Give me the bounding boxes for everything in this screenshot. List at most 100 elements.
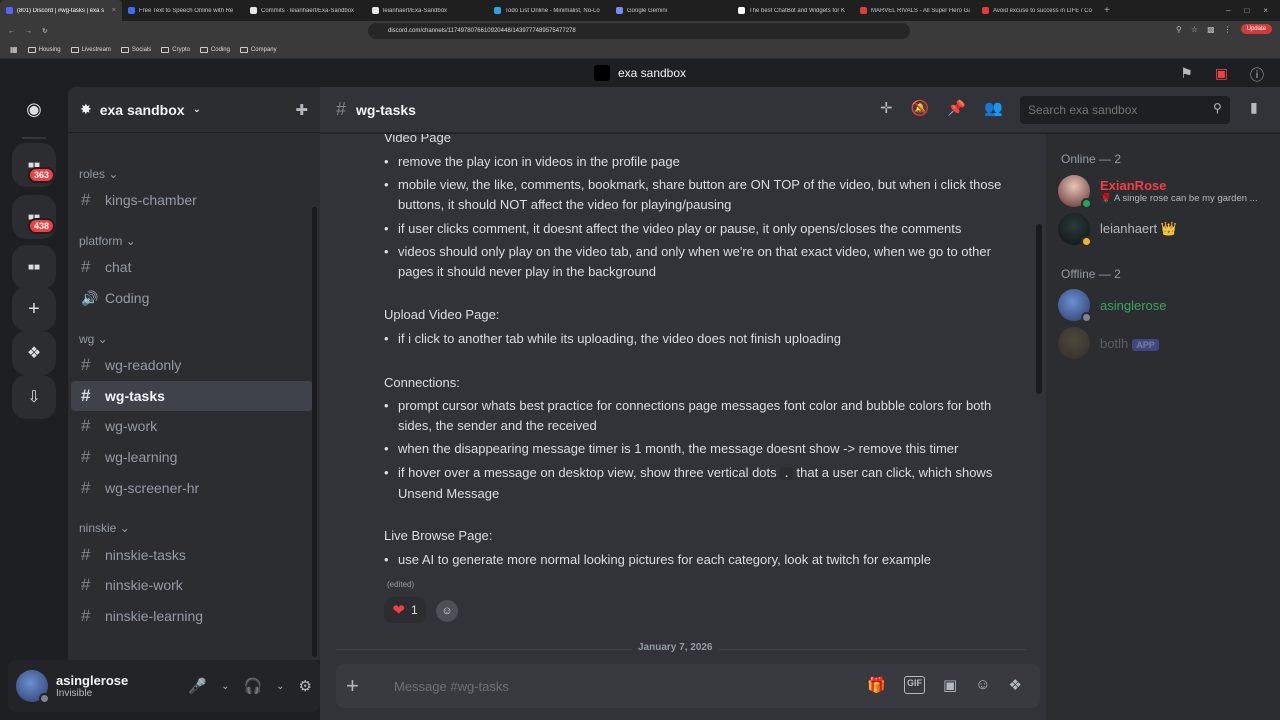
bookmark-label: Socials — [131, 46, 152, 53]
channel-ninskie-learning[interactable]: # ninskie-learning — [71, 601, 313, 631]
channel-wg-tasks[interactable]: # wg-tasks — [71, 381, 313, 411]
channel-wg-readonly[interactable]: # wg-readonly — [71, 350, 313, 380]
bookmark-icon[interactable]: ▮ — [1250, 99, 1258, 116]
message-composer: + 🎁 GIF ▣ ☺ ❖ — [336, 664, 1040, 708]
favicon-icon — [372, 7, 379, 14]
browser-tab[interactable]: (801) Discord | #wg-tasks | exa s × — [0, 0, 122, 21]
member-leianhaert[interactable]: leianhaert 👑 — [1058, 209, 1268, 249]
new-tab-button[interactable]: + — [1098, 5, 1116, 16]
browser-tab[interactable]: Google Gemini — [610, 0, 732, 21]
server-header[interactable]: ✸ exa sandbox ⌄ ✚ — [68, 87, 320, 133]
close-icon[interactable]: × — [1263, 6, 1268, 15]
forward-icon[interactable]: → — [25, 28, 32, 35]
offline-status-dot — [1081, 312, 1092, 323]
member-botlh[interactable]: botlh APP — [1058, 323, 1268, 363]
star-icon[interactable]: ☆ — [1191, 25, 1198, 34]
zoom-icon[interactable]: ⚲ — [1176, 25, 1182, 34]
minimize-icon[interactable]: – — [1226, 6, 1230, 15]
discord-title-bar: exa sandbox ⚑ ▣ ⓘ — [0, 59, 1280, 87]
avatar[interactable] — [16, 670, 50, 704]
gift-icon[interactable]: 🎁 — [867, 676, 886, 694]
browser-tab[interactable]: The best ChatBot and Widgets for K — [732, 0, 854, 21]
member-exianrose[interactable]: ExianRose 🌹 A single rose can be my gard… — [1058, 171, 1268, 211]
discord-home-icon[interactable]: ◉ — [12, 87, 56, 131]
tab-label: leianhaert/Exa-Sandbox — [383, 7, 448, 14]
folder-icon — [199, 46, 208, 53]
heart-reaction[interactable]: ❤ 1 — [384, 597, 426, 623]
address-bar[interactable]: discord.com/channels/1174978076610920448… — [368, 23, 910, 39]
sidebar-scrollbar[interactable] — [312, 207, 317, 657]
bookmark-label: Crypto — [172, 46, 190, 53]
bookmark-folder[interactable]: Company — [239, 46, 277, 53]
channel-wg-screener-hr[interactable]: # wg-screener-hr — [71, 473, 313, 503]
channel-wg-work[interactable]: # wg-work — [71, 411, 313, 441]
notification-muted-icon[interactable]: 🔕 — [911, 99, 930, 117]
member-status: 🌹 A single rose can be my garden ... — [1100, 193, 1258, 204]
channel-wg-learning[interactable]: # wg-learning — [71, 442, 313, 472]
close-tab-icon[interactable]: × — [112, 7, 116, 14]
discover-icon[interactable]: ❖ — [12, 331, 56, 375]
list-item: if hover over a message on desktop view,… — [384, 463, 1014, 503]
channel-chat[interactable]: # chat — [71, 252, 313, 282]
chevron-down-icon[interactable]: ⌄ — [221, 681, 229, 692]
section-title-live: Live Browse Page: — [384, 528, 493, 543]
browser-tab[interactable]: Todo List Online - Minimalist, No-Lo — [488, 0, 610, 21]
flag-icon[interactable]: ⚑ — [1180, 65, 1193, 85]
browser-tab[interactable]: Avoid excuse to success in LIFE / Co — [976, 0, 1098, 21]
menu-icon[interactable]: ⋮ — [1224, 25, 1232, 34]
add-reaction-icon[interactable]: ☺ — [436, 600, 458, 622]
hash-icon: # — [81, 478, 91, 497]
gear-icon[interactable]: ⚙ — [299, 677, 312, 695]
browser-tab[interactable]: Commits · leianhaert/Exa-Sandbox — [244, 0, 366, 21]
apps-icon[interactable]: ▦ — [10, 45, 18, 54]
inbox-icon[interactable]: ▣ — [1215, 65, 1228, 85]
heart-icon: ❤ — [392, 602, 405, 619]
browser-tab[interactable]: MARVEL RIVALS - All Super Hero Ga — [854, 0, 976, 21]
bookmark-folder[interactable]: Livestream — [70, 46, 111, 53]
category-roles[interactable]: roles ⌄ — [79, 167, 118, 181]
folder-icon — [239, 46, 248, 53]
bookmark-folder[interactable]: Housing — [27, 46, 61, 53]
threads-icon[interactable]: ✛ — [880, 99, 893, 117]
browser-tab[interactable]: Free Text to Speech Online with Re — [122, 0, 244, 21]
bookmark-label: Livestream — [81, 46, 111, 53]
message-input[interactable] — [394, 678, 824, 694]
category-ninskie[interactable]: ninskie ⌄ — [79, 521, 130, 535]
download-icon[interactable]: ⇩ — [12, 375, 56, 419]
sticker-icon[interactable]: ▣ — [943, 676, 957, 694]
channel-ninskie-work[interactable]: # ninskie-work — [71, 570, 313, 600]
help-icon[interactable]: ⓘ — [1250, 65, 1264, 85]
extension-icon[interactable]: ▩ — [1207, 25, 1215, 34]
add-server-icon[interactable]: + — [12, 287, 56, 331]
upload-plus-icon[interactable]: + — [346, 673, 376, 699]
channel-coding[interactable]: 🔊 Coding — [71, 283, 313, 313]
member-asinglerose[interactable]: asinglerose — [1058, 285, 1268, 325]
chat-scrollbar[interactable] — [1036, 224, 1042, 394]
apps-icon[interactable]: ❖ — [1009, 676, 1022, 694]
back-icon[interactable]: ← — [8, 28, 15, 35]
emoji-icon[interactable]: ☺ — [975, 676, 990, 694]
channel-kings-chamber[interactable]: # kings-chamber — [71, 185, 313, 215]
maximize-icon[interactable]: □ — [1244, 6, 1249, 15]
chevron-down-icon[interactable]: ⌄ — [276, 681, 284, 692]
favicon-icon — [128, 7, 135, 14]
browser-tab[interactable]: leianhaert/Exa-Sandbox — [366, 0, 488, 21]
tab-label: Todo List Online - Minimalist, No-Lo — [505, 7, 600, 14]
channel-ninskie-tasks[interactable]: # ninskie-tasks — [71, 540, 313, 570]
server-folder-3[interactable]: ■■ — [12, 245, 56, 289]
bookmark-folder[interactable]: Crypto — [161, 46, 190, 53]
search-input[interactable] — [1020, 96, 1230, 124]
invite-icon[interactable]: ✚ — [295, 101, 308, 119]
hash-icon: # — [81, 416, 91, 435]
bookmark-folder[interactable]: Socials — [120, 46, 152, 53]
headphones-icon[interactable]: 🎧 — [243, 677, 262, 695]
members-icon[interactable]: 👥 — [984, 99, 1003, 117]
update-button[interactable]: Update — [1240, 24, 1272, 34]
category-platform[interactable]: platform ⌄ — [79, 234, 136, 248]
bookmark-folder[interactable]: Coding — [199, 46, 230, 53]
pin-icon[interactable]: 📌 — [947, 99, 966, 117]
gif-icon[interactable]: GIF — [904, 676, 926, 694]
category-wg[interactable]: wg ⌄ — [79, 332, 108, 346]
reload-icon[interactable]: ↻ — [42, 27, 48, 35]
microphone-icon[interactable]: 🎤 — [188, 677, 207, 695]
